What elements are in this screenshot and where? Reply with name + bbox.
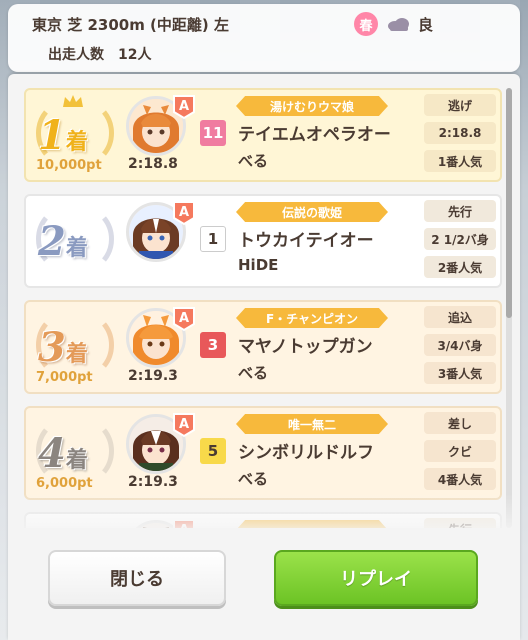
result-row[interactable]: 4着 6,000pt A 2:19.3 5 唯一無二 シンボリルドルフ べる 差… <box>24 406 502 500</box>
gate-number: 11 <box>200 120 226 146</box>
starters-count: 出走人数 12人 <box>48 47 152 63</box>
svg-text:A: A <box>179 311 189 326</box>
svg-text:A: A <box>179 205 189 220</box>
svg-text:A: A <box>179 417 189 432</box>
rank-badge-icon: A <box>173 413 195 438</box>
popularity-badge: 1番人気 <box>424 150 496 172</box>
place-label: 2着 <box>38 218 88 265</box>
strategy-badge: 差し <box>424 412 496 434</box>
horse-name: シンボリルドルフ <box>238 443 374 463</box>
place-emblem: 4着 6,000pt <box>28 412 122 498</box>
rank-badge-icon: A <box>173 95 195 120</box>
race-info: 東京 芝 2300m (中距離) 左 <box>32 16 229 34</box>
gate-number: 1 <box>200 226 226 252</box>
horse-name: テイエムオペラオー <box>238 125 391 145</box>
cloudy-icon <box>388 18 409 31</box>
replay-button[interactable]: リプレイ <box>274 550 478 606</box>
trainer-name: べる <box>238 364 269 382</box>
place-label: 4着 <box>38 430 88 477</box>
place-label: 3着 <box>38 324 88 371</box>
result-row[interactable]: 2着 A 1 伝説の歌姫 トウカイテイオー HiDE 先行 2 1/2バ身 2番… <box>24 194 502 288</box>
trainer-name: べる <box>238 152 269 170</box>
scrollbar[interactable] <box>506 88 512 528</box>
title-ribbon: 伝説の歌姫 <box>236 202 388 222</box>
result-row[interactable]: 1着 10,000pt A 2:18.8 11 湯けむりウマ娘 テイエムオペラオ… <box>24 88 502 182</box>
track-condition: 良 <box>418 16 434 34</box>
finish-time: 2:19.3 <box>128 368 178 384</box>
trainer-name: HiDE <box>238 256 279 274</box>
margin-badge: 2 1/2バ身 <box>424 228 496 250</box>
finish-time: 2:19.3 <box>128 474 178 490</box>
list-fade <box>8 494 520 554</box>
points: 7,000pt <box>36 370 93 385</box>
svg-text:A: A <box>179 99 189 114</box>
horse-name: マヤノトップガン <box>238 337 373 357</box>
gate-number: 3 <box>200 332 226 358</box>
popularity-badge: 2番人気 <box>424 256 496 278</box>
result-row[interactable]: 3着 7,000pt A 2:19.3 3 F・チャンピオン マヤノトップガン … <box>24 300 502 394</box>
gate-number: 5 <box>200 438 226 464</box>
title-ribbon: 湯けむりウマ娘 <box>236 96 388 116</box>
race-header: 東京 芝 2300m (中距離) 左 春 良 出走人数 12人 <box>8 4 520 72</box>
popularity-badge: 4番人気 <box>424 468 496 490</box>
strategy-badge: 先行 <box>424 200 496 222</box>
crown-icon <box>63 95 83 107</box>
finish-time: 2:18.8 <box>128 156 178 172</box>
strategy-badge: 逃げ <box>424 94 496 116</box>
trainer-name: べる <box>238 470 269 488</box>
results-list[interactable]: 1着 10,000pt A 2:18.8 11 湯けむりウマ娘 テイエムオペラオ… <box>24 88 502 528</box>
rank-badge-icon: A <box>173 201 195 226</box>
place-emblem: 3着 7,000pt <box>28 306 122 392</box>
place-emblem: 1着 10,000pt <box>28 94 122 180</box>
popularity-badge: 3番人気 <box>424 362 496 384</box>
points: 10,000pt <box>36 158 102 173</box>
rank-badge-icon: A <box>173 307 195 332</box>
scroll-thumb[interactable] <box>506 88 512 318</box>
season-badge: 春 <box>354 12 378 36</box>
points: 6,000pt <box>36 476 93 491</box>
margin-badge: 3/4バ身 <box>424 334 496 356</box>
strategy-badge: 追込 <box>424 306 496 328</box>
horse-name: トウカイテイオー <box>238 231 374 251</box>
close-button[interactable]: 閉じる <box>48 550 226 606</box>
margin-badge: クビ <box>424 440 496 462</box>
title-ribbon: F・チャンピオン <box>236 308 388 328</box>
title-ribbon: 唯一無二 <box>236 414 388 434</box>
results-panel: 1着 10,000pt A 2:18.8 11 湯けむりウマ娘 テイエムオペラオ… <box>8 74 520 640</box>
margin-badge: 2:18.8 <box>424 122 496 144</box>
place-emblem: 2着 <box>28 200 122 286</box>
place-label: 1着 <box>38 112 88 159</box>
